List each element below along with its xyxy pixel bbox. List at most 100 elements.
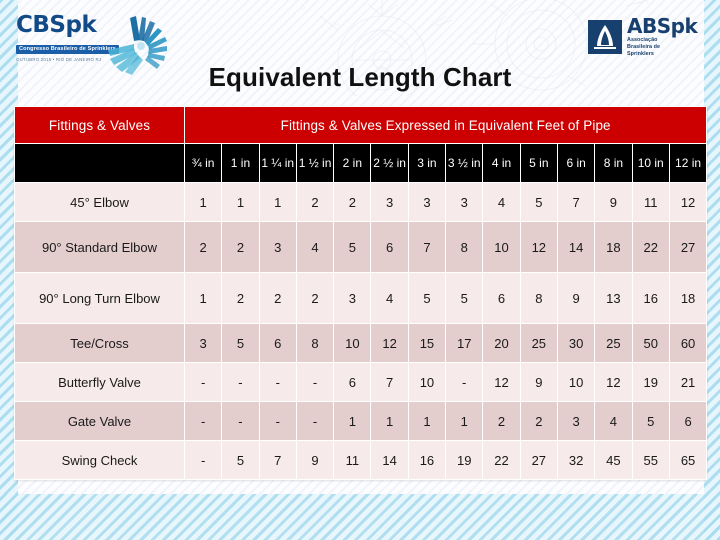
value-cell: 5	[445, 272, 484, 324]
value-cell: 9	[519, 362, 558, 402]
value-cell: 12	[370, 323, 409, 363]
size-header-cell: 12 in	[668, 143, 708, 183]
value-cell: 1	[370, 401, 409, 441]
value-cell: 55	[631, 440, 670, 480]
value-cell: 18	[668, 272, 708, 324]
svg-text:14: 14	[334, 22, 340, 28]
value-cell: 3	[370, 182, 409, 222]
value-cell: 5	[631, 401, 670, 441]
value-cell: 16	[407, 440, 447, 480]
value-cell: 20	[482, 323, 521, 363]
value-cell: 17	[445, 323, 484, 363]
value-cell: 5	[221, 323, 260, 363]
value-cell: -	[445, 362, 484, 402]
value-cell: 5	[221, 440, 260, 480]
page-title: Equivalent Length Chart	[208, 62, 512, 92]
slide-canvas: 12 14 40 42 24 4 CBSpk Congresso Brasile…	[0, 0, 720, 540]
background-hatch-bottom-band	[0, 494, 720, 540]
value-cell: -	[295, 401, 335, 441]
value-cell: -	[295, 362, 335, 402]
size-header-cell: 1 in	[221, 143, 260, 183]
value-cell: 12	[519, 221, 558, 273]
row-label: Butterfly Valve	[14, 362, 185, 402]
table-row: 90° Long Turn Elbow 1 2 2 2 3 4 5 5 6 8 9 13 16 18	[14, 272, 708, 324]
value-cell: 11	[631, 182, 670, 222]
value-cell: -	[183, 440, 223, 480]
header-fittings-valves: Fittings & Valves	[14, 106, 185, 144]
abspk-wordmark: ABSpk	[627, 13, 698, 38]
value-cell: 1	[258, 182, 297, 222]
value-cell: 7	[258, 440, 297, 480]
value-cell: 3	[407, 182, 447, 222]
value-cell: 3	[556, 401, 596, 441]
value-cell: 45	[594, 440, 633, 480]
value-cell: 3	[445, 182, 484, 222]
value-cell: 15	[407, 323, 447, 363]
table-size-header-row: ¾ in 1 in 1 ¼ in 1 ½ in 2 in 2 ½ in 3 in 3 ½ in…	[14, 143, 708, 183]
value-cell: 2	[183, 221, 223, 273]
value-cell: 19	[445, 440, 484, 480]
value-cell: 6	[370, 221, 409, 273]
abspk-logo: ABSpk Associação Brasileira de Sprinkler…	[588, 14, 706, 60]
size-header-cell: 10 in	[631, 143, 670, 183]
table-row: Tee/Cross 3 5 6 8 10 12 15 17 20 25 30 25 50 60	[14, 323, 708, 363]
value-cell: 32	[556, 440, 596, 480]
size-header-blank-corner	[14, 143, 185, 183]
table-row: Gate Valve - - - -1 1 1 1 2 2 3 4 5 6	[14, 401, 708, 441]
value-cell: 9	[594, 182, 633, 222]
row-label: Tee/Cross	[14, 323, 185, 363]
value-cell: 22	[482, 440, 521, 480]
value-cell: 30	[556, 323, 596, 363]
value-cell: 2	[258, 272, 297, 324]
value-cell: 7	[370, 362, 409, 402]
value-cell: 2	[482, 401, 521, 441]
value-cell: 10	[407, 362, 447, 402]
size-header-cell: 1 ¼ in	[258, 143, 297, 183]
value-cell: 12	[482, 362, 521, 402]
value-cell: 1	[333, 401, 372, 441]
value-cell: 9	[556, 272, 596, 324]
size-header-cell: 2 in	[333, 143, 372, 183]
size-header-cell: 8 in	[594, 143, 633, 183]
size-header-cell: 1 ½ in	[295, 143, 335, 183]
value-cell: 3	[258, 221, 297, 273]
value-cell: 27	[519, 440, 558, 480]
value-cell: 4	[594, 401, 633, 441]
table-body: 45° Elbow 1 1 1 2 2 3 3 3 4 5 7 9 11 12 90° Standard El…	[14, 182, 708, 480]
value-cell: 18	[594, 221, 633, 273]
abspk-subtitle-line-3: Sprinklers	[627, 51, 654, 58]
value-cell: 5	[519, 182, 558, 222]
value-cell: 4	[295, 221, 335, 273]
value-cell: 5	[333, 221, 372, 273]
value-cell: 13	[594, 272, 633, 324]
value-cell: -	[221, 362, 260, 402]
value-cell: -	[183, 362, 223, 402]
value-cell: 21	[668, 362, 708, 402]
value-cell: 1	[407, 401, 447, 441]
size-header-cell: 3 ½ in	[445, 143, 484, 183]
equivalent-length-table: Fittings & Valves Fittings & Valves Expr…	[14, 106, 708, 480]
value-cell: 1	[183, 272, 223, 324]
value-cell: 5	[407, 272, 447, 324]
value-cell: 8	[519, 272, 558, 324]
row-label: 45° Elbow	[14, 182, 185, 222]
abspk-emblem-icon	[588, 20, 622, 54]
value-cell: 11	[333, 440, 372, 480]
table-row: Swing Check -5 7 9 11 14 16 19 22 27 32 45 55 65	[14, 440, 708, 480]
value-cell: 9	[295, 440, 335, 480]
svg-text:42: 42	[474, 30, 480, 36]
size-header-cell: 4 in	[482, 143, 521, 183]
value-cell: 22	[631, 221, 670, 273]
header-equivalent-feet: Fittings & Valves Expressed in Equivalen…	[183, 106, 708, 144]
value-cell: 10	[556, 362, 596, 402]
value-cell: 10	[333, 323, 372, 363]
value-cell: 7	[556, 182, 596, 222]
row-label: Swing Check	[14, 440, 185, 480]
table-row: 90° Standard Elbow 2 2 3 4 5 6 7 8 10 12 14 18 22 27	[14, 221, 708, 273]
value-cell: 14	[556, 221, 596, 273]
value-cell: 2	[333, 182, 372, 222]
value-cell: -	[183, 401, 223, 441]
value-cell: 4	[370, 272, 409, 324]
value-cell: 2	[221, 221, 260, 273]
size-header-cell: ¾ in	[183, 143, 223, 183]
